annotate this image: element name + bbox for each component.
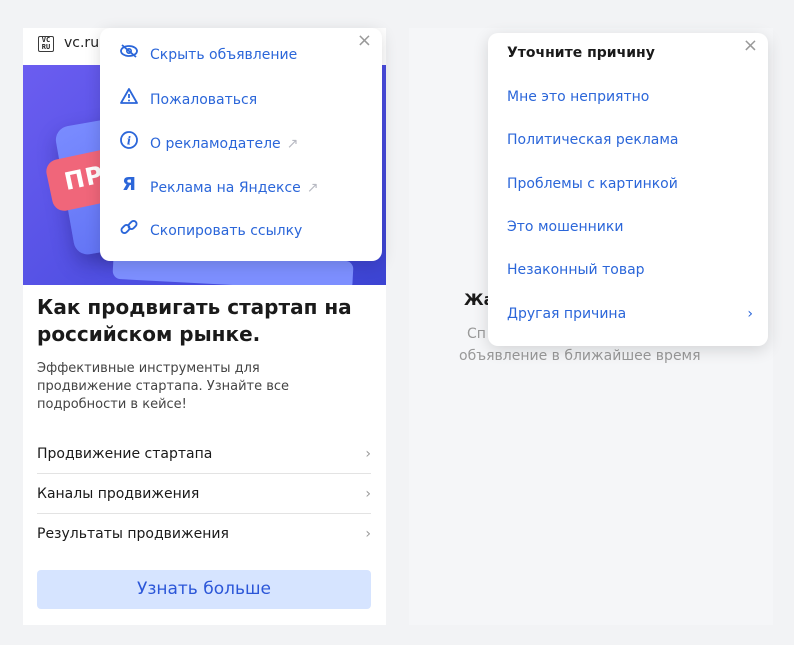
menu-item-hide-ad[interactable]: Скрыть объявление: [118, 43, 297, 67]
ad-link-label: Результаты продвижения: [37, 526, 229, 542]
close-icon[interactable]: ×: [743, 35, 758, 56]
ad-options-menu: × Скрыть объявление Пожаловаться i О рек…: [100, 28, 382, 261]
chevron-right-icon: ›: [365, 446, 371, 462]
warning-icon: [118, 87, 140, 113]
reason-menu-title: Уточните причину: [507, 45, 655, 61]
ad-link-results[interactable]: Результаты продвижения ›: [37, 514, 371, 554]
close-icon[interactable]: ×: [357, 30, 372, 51]
info-icon: i: [118, 130, 140, 158]
menu-item-report[interactable]: Пожаловаться: [118, 87, 257, 111]
report-text-line: Сп: [467, 326, 486, 342]
reason-item-unpleasant[interactable]: Мне это неприятно: [507, 89, 649, 105]
learn-more-button[interactable]: Узнать больше: [37, 570, 371, 609]
ad-domain[interactable]: vc.ru: [64, 35, 99, 51]
chevron-right-icon: ›: [365, 526, 371, 542]
ad-link-label: Продвижение стартапа: [37, 446, 213, 462]
menu-item-label: Скрыть объявление: [150, 47, 298, 63]
reason-item-image-problem[interactable]: Проблемы с картинкой: [507, 176, 678, 192]
menu-item-label: Скопировать ссылку: [150, 223, 303, 239]
chevron-right-icon: ›: [747, 306, 753, 322]
ad-link-promotion[interactable]: Продвижение стартапа ›: [37, 434, 371, 474]
menu-item-label: Пожаловаться: [150, 92, 258, 108]
external-link-icon: ↗: [286, 136, 299, 152]
menu-item-yandex-ads[interactable]: Я Реклама на Яндексе ↗: [118, 174, 319, 198]
chevron-right-icon: ›: [365, 486, 371, 502]
yandex-logo-icon: Я: [118, 174, 140, 202]
svg-text:i: i: [127, 135, 131, 148]
menu-item-copy-link[interactable]: Скопировать ссылку: [118, 217, 302, 241]
reason-item-political[interactable]: Политическая реклама: [507, 132, 679, 148]
menu-item-label: Реклама на Яндексе: [150, 180, 301, 196]
reason-menu: Уточните причину × Мне это неприятно Пол…: [488, 33, 768, 346]
vc-logo: VC RU: [38, 36, 54, 52]
reason-item-other[interactable]: Другая причина ›: [507, 306, 753, 322]
eye-crossed-icon: [118, 43, 140, 67]
reason-item-label: Другая причина: [507, 306, 627, 322]
ad-link-label: Каналы продвижения: [37, 486, 200, 502]
external-link-icon: ↗: [306, 180, 319, 196]
menu-item-label: О рекламодателе: [150, 136, 281, 152]
menu-item-about-advertiser[interactable]: i О рекламодателе ↗: [118, 130, 298, 154]
reason-item-illegal-product[interactable]: Незаконный товар: [507, 262, 645, 278]
svg-text:Я: Я: [122, 174, 136, 194]
ad-title[interactable]: Как продвигать стартап на российском рын…: [37, 294, 357, 348]
reason-item-fraud[interactable]: Это мошенники: [507, 219, 623, 235]
link-icon: [118, 217, 140, 245]
ad-description: Эффективные инструменты для продвижение …: [37, 361, 290, 412]
report-text-line: объявление в ближайшее время: [459, 348, 701, 364]
ad-link-channels[interactable]: Каналы продвижения ›: [37, 474, 371, 514]
